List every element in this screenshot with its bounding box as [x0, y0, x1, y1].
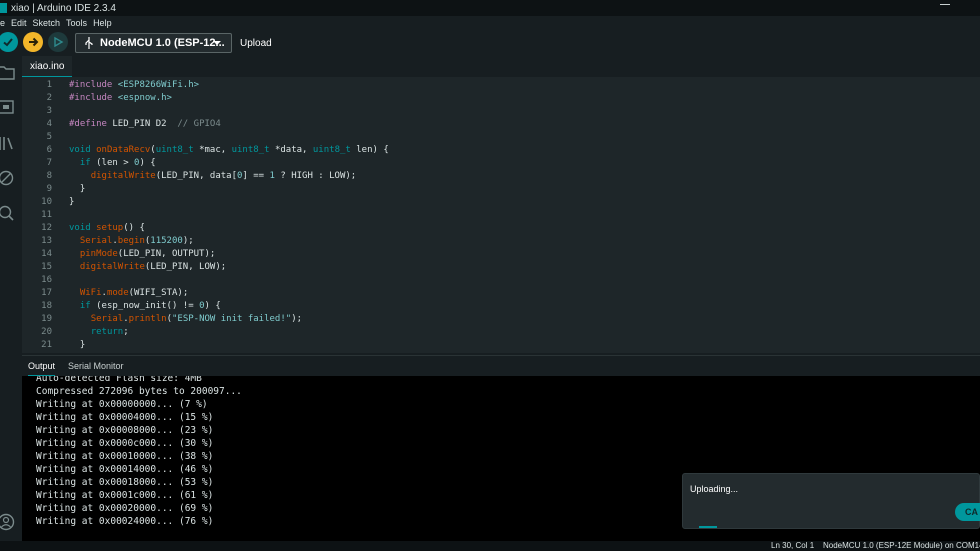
line-number: 15: [41, 262, 52, 272]
code-line: digitalWrite(LED_PIN, LOW);: [79, 262, 227, 272]
code-line: digitalWrite(LED_PIN, data[0] == 1 ? HIG…: [90, 171, 357, 181]
code-lines: #include <ESP8266WiFi.h> #include <espnow…: [69, 77, 980, 353]
tab-output[interactable]: Output: [28, 356, 56, 376]
output-line: Compressed 272096 bytes to 200097...: [36, 386, 242, 397]
arduino-app-icon: [0, 3, 7, 13]
usb-icon: [85, 37, 93, 49]
output-line: Writing at 0x00000000... (7 %): [36, 399, 208, 410]
line-number: 4: [46, 119, 52, 129]
verify-button[interactable]: [0, 32, 18, 52]
upload-notification: Uploading... CA: [682, 473, 980, 529]
title-bar: xiao | Arduino IDE 2.3.4: [0, 0, 980, 16]
line-number: 6: [46, 145, 52, 155]
cursor-position: Ln 30, Col 1: [771, 541, 815, 550]
toolbar: NodeMCU 1.0 (ESP-12... Upload: [0, 30, 980, 56]
code-line: }: [69, 197, 75, 207]
notification-text: Uploading...: [690, 484, 739, 494]
line-number: 11: [41, 210, 52, 220]
line-number: 12: [41, 223, 52, 233]
debug-icon[interactable]: [0, 168, 16, 188]
code-line: pinMode(LED_PIN, OUTPUT);: [79, 249, 216, 259]
output-line: Writing at 0x00008000... (23 %): [36, 425, 214, 436]
cancel-button[interactable]: CA: [955, 503, 980, 521]
tab-serial-monitor[interactable]: Serial Monitor: [68, 356, 124, 376]
menu-tools[interactable]: Tools: [66, 18, 87, 28]
code-line: }: [69, 340, 86, 350]
upload-button[interactable]: [23, 32, 43, 52]
line-number: 8: [46, 171, 52, 181]
line-number: 16: [41, 275, 52, 285]
menu-help[interactable]: Help: [93, 18, 112, 28]
status-bar: Ln 30, Col 1 NodeMCU 1.0 (ESP-12E Module…: [0, 541, 980, 551]
code-line: #include <ESP8266WiFi.h>: [69, 80, 200, 90]
code-line: return;: [90, 327, 129, 337]
code-line: Serial.begin(115200);: [79, 236, 194, 246]
code-line: }: [69, 184, 86, 194]
code-line: if (esp_now_init() != 0) {: [79, 301, 221, 311]
line-number: 5: [46, 132, 52, 142]
line-number: 19: [41, 314, 52, 324]
upload-status-label: Upload: [240, 38, 272, 49]
board-selector[interactable]: NodeMCU 1.0 (ESP-12...: [75, 33, 232, 53]
output-line: Writing at 0x00004000... (15 %): [36, 412, 214, 423]
code-editor[interactable]: 1 2 3 4 5 6 7 8 9 10 11 12 13 14 15 16 1…: [22, 77, 980, 353]
menu-sketch[interactable]: Sketch: [33, 18, 61, 28]
line-number: 1: [46, 80, 52, 90]
code-line: void setup() {: [69, 223, 145, 233]
line-number: 9: [46, 184, 52, 194]
line-number: 2: [46, 93, 52, 103]
output-tab-bar: Output Serial Monitor: [22, 355, 980, 376]
boards-manager-icon[interactable]: [0, 97, 16, 117]
output-line: Writing at 0x00010000... (38 %): [36, 451, 214, 462]
code-line: WiFi.mode(WIFI_STA);: [79, 288, 189, 298]
code-line: #include <espnow.h>: [69, 93, 172, 103]
upload-progress-bar: [699, 526, 717, 528]
menu-edit[interactable]: Edit: [11, 18, 27, 28]
menu-file[interactable]: le: [0, 18, 5, 28]
window-title: xiao | Arduino IDE 2.3.4: [11, 2, 116, 14]
checkmark-icon: [3, 38, 13, 47]
line-number: 14: [41, 249, 52, 259]
line-number: 10: [41, 197, 52, 207]
minimize-button[interactable]: [940, 4, 950, 5]
line-number: 13: [41, 236, 52, 246]
menu-bar: le Edit Sketch Tools Help: [0, 16, 980, 30]
sketchbook-folder-icon[interactable]: [0, 62, 16, 82]
line-number: 17: [41, 288, 52, 298]
editor-tab-bar: xiao.ino: [22, 56, 980, 77]
line-number: 7: [46, 158, 52, 168]
line-number: 21: [41, 340, 52, 350]
account-icon[interactable]: [0, 512, 16, 532]
tab-xiao-ino[interactable]: xiao.ino: [22, 56, 73, 77]
line-number: 3: [46, 106, 52, 116]
line-number: 18: [41, 301, 52, 311]
library-manager-icon[interactable]: [0, 133, 16, 153]
output-line: Writing at 0x0000c000... (30 %): [36, 438, 214, 449]
line-number: 20: [41, 327, 52, 337]
board-name: NodeMCU 1.0 (ESP-12...: [100, 37, 225, 49]
output-line: Auto-detected Flash size: 4MB: [36, 376, 202, 384]
code-line: if (len > 0) {: [79, 158, 156, 168]
debug-play-icon: [54, 36, 64, 48]
debug-button[interactable]: [48, 32, 68, 52]
status-board-port[interactable]: NodeMCU 1.0 (ESP-12E Module) on COM14: [823, 541, 980, 551]
code-line: Serial.println("ESP-NOW init failed!");: [90, 314, 303, 324]
arrow-right-icon: [29, 37, 39, 47]
search-icon[interactable]: [0, 203, 16, 223]
code-line: #define LED_PIN D2 // GPIO4: [69, 119, 221, 129]
code-line: void onDataRecv(uint8_t *mac, uint8_t *d…: [69, 145, 389, 155]
chevron-down-icon: [213, 41, 221, 45]
left-sidebar: [0, 56, 22, 544]
line-number-gutter: 1 2 3 4 5 6 7 8 9 10 11 12 13 14 15 16 1…: [22, 77, 64, 353]
